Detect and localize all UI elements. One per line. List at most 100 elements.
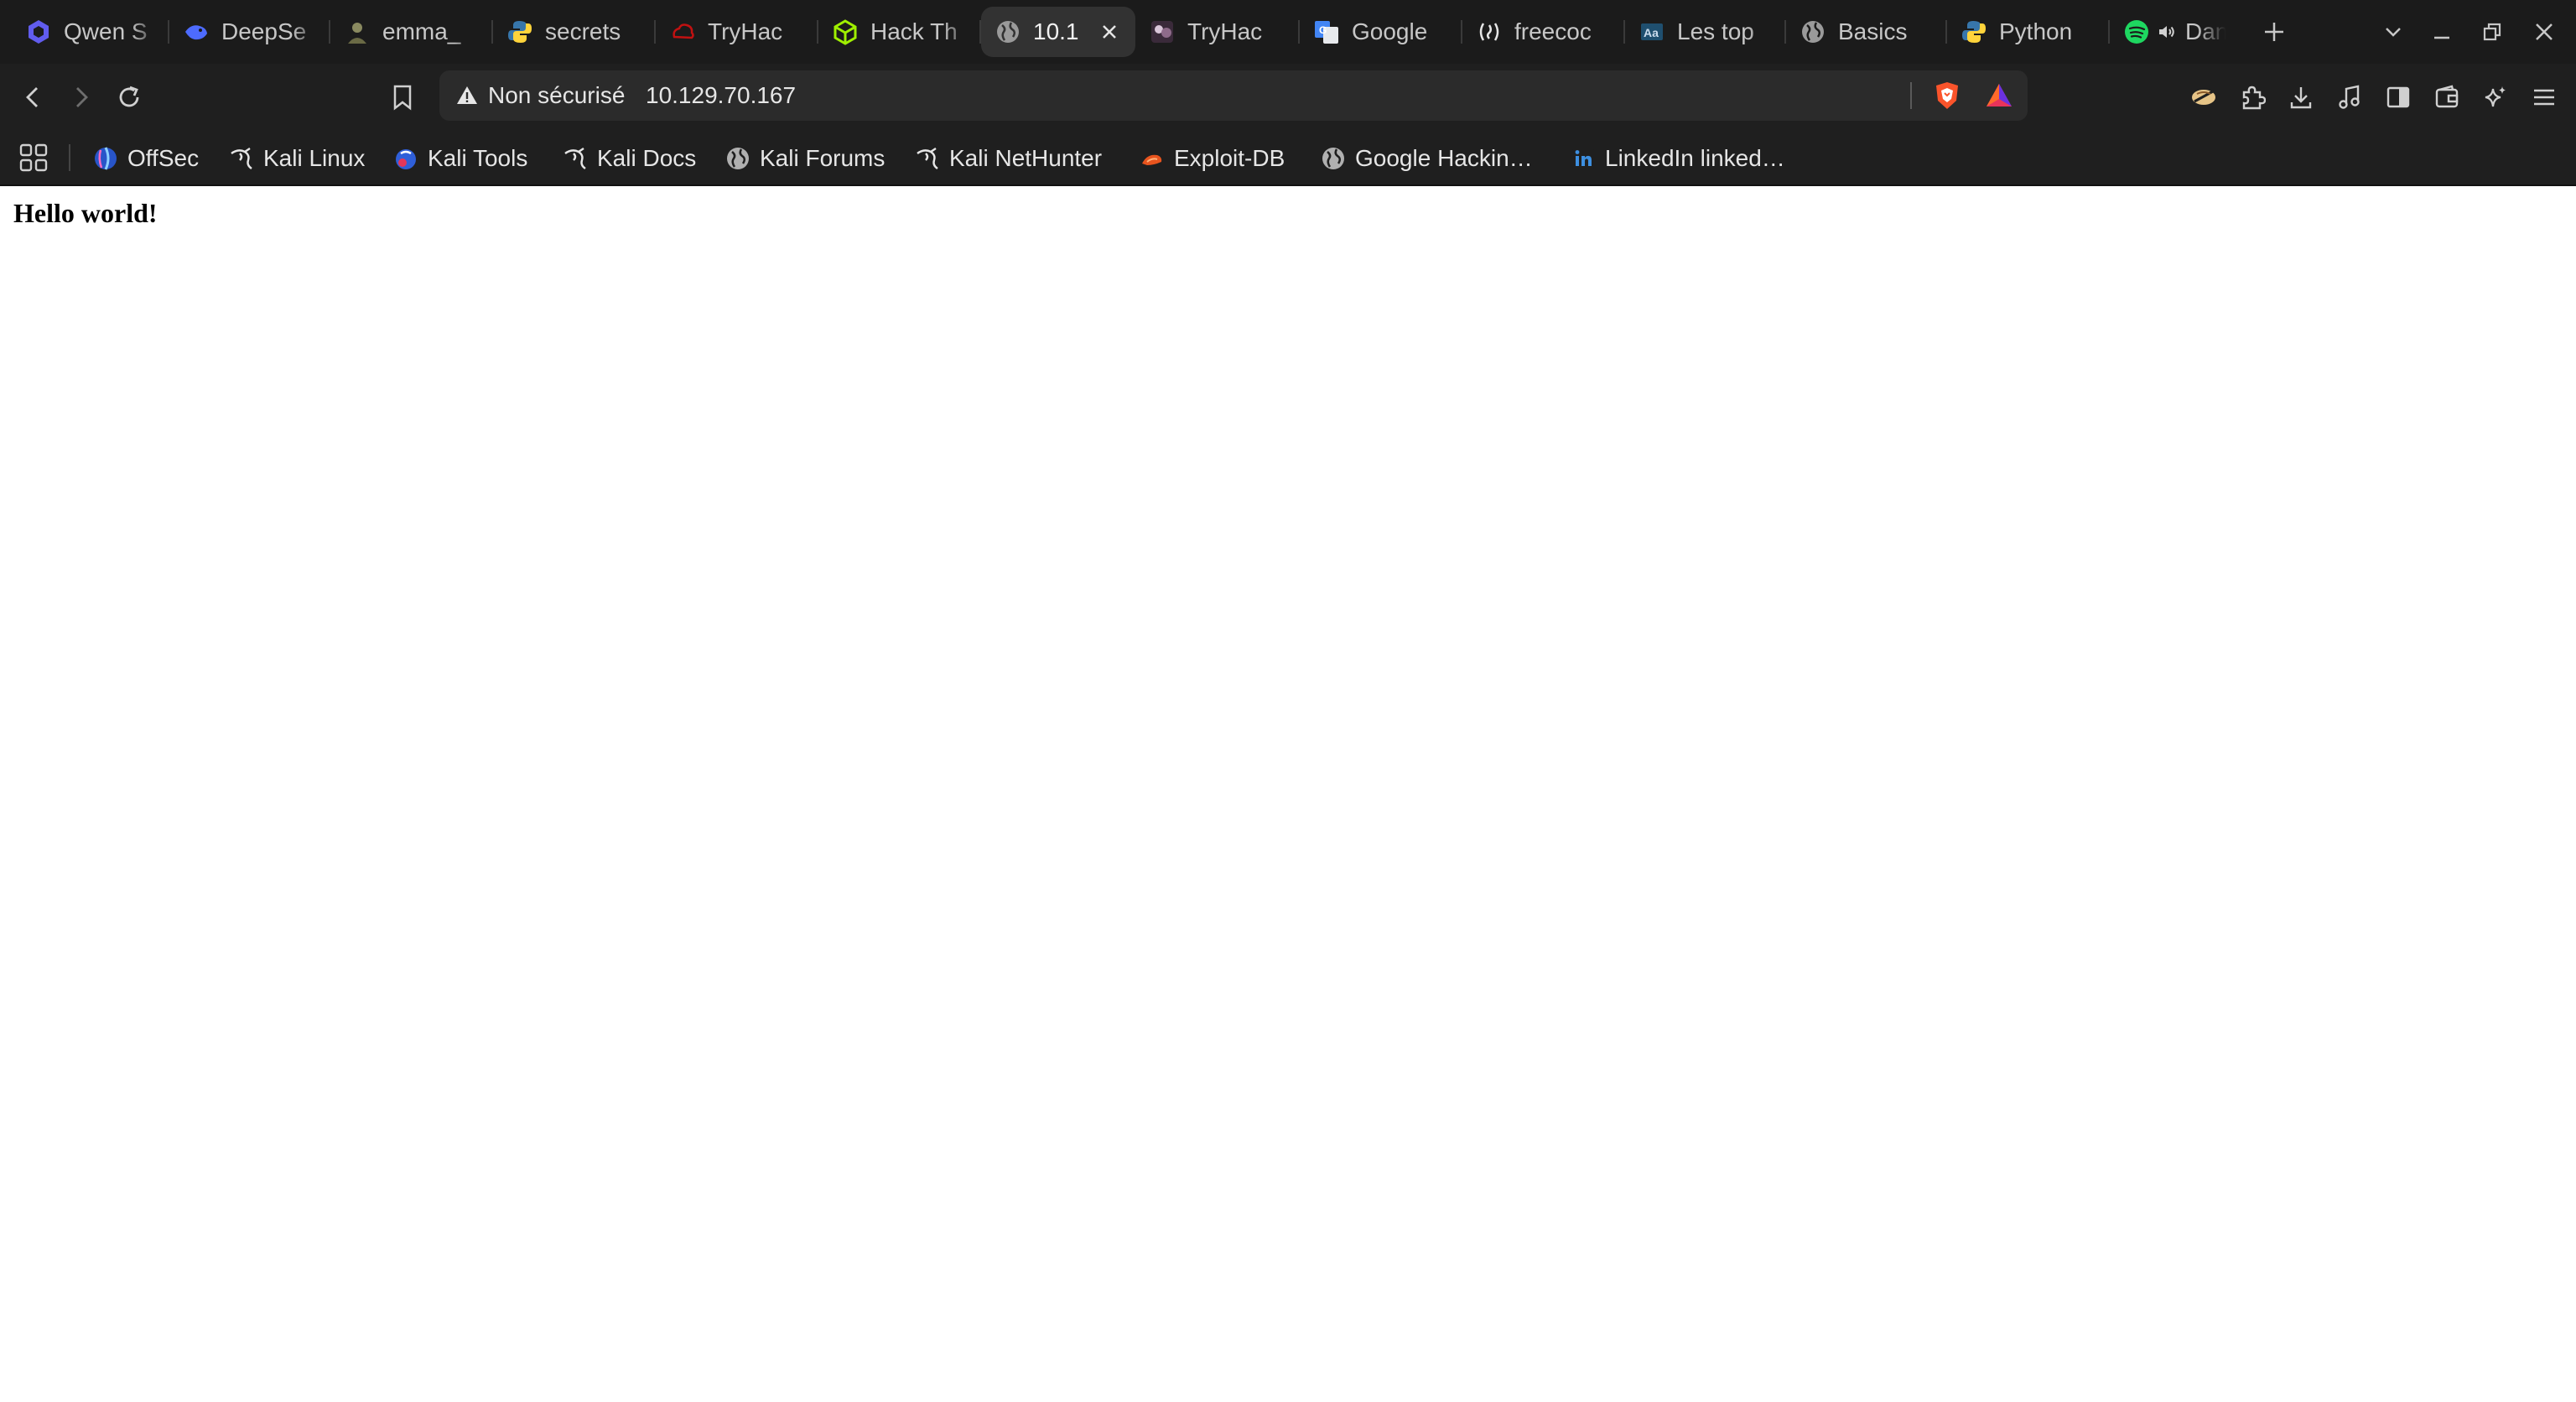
offsec-icon [92,145,119,172]
warning-icon [457,86,477,104]
tab-deepseek[interactable]: DeepSe [169,7,330,57]
leo-extension-button[interactable] [2184,77,2224,117]
tab-tryhackme[interactable]: TryHac [656,7,818,57]
bookmark-label: Kali Linux [263,145,366,171]
browser-chrome: Qwen S DeepSe emma_ secrets TryHac Hack … [0,0,2576,186]
tab-basics[interactable]: Basics [1786,7,1947,57]
media-playlist-button[interactable] [2329,77,2370,117]
deepseek-icon [183,18,210,45]
bookmark-exploit-db[interactable]: Exploit-DB [1139,131,1285,186]
python-icon [506,18,533,45]
sidebar-icon [2386,86,2410,108]
restore-button[interactable] [2475,15,2509,49]
tab-search-button[interactable] [2376,15,2410,49]
brave-shields-icon[interactable] [1932,80,1962,111]
bookmark-label: Exploit-DB [1174,145,1285,171]
bookmark-kali-linux[interactable]: Kali Linux [228,131,365,186]
bookmark-label: Kali Tools [428,145,528,171]
bookmark-icon [393,85,412,111]
leo-ai-button[interactable] [2475,77,2516,117]
kali-dragon-icon [914,145,941,172]
minimize-button[interactable] [2425,15,2459,49]
security-label: Non sécurisé [488,82,626,108]
arrow-left-icon [26,87,38,107]
close-tab-icon[interactable] [1095,18,1124,46]
linkedin-icon [1570,145,1597,172]
bookmark-page-button[interactable] [382,77,423,117]
tab-title: 10.1 [1033,18,1079,44]
hamburger-icon [2534,89,2554,106]
speaker-icon[interactable] [2157,21,2179,43]
page-viewport: Hello world! [0,186,2576,1402]
tab-google-translate[interactable]: G Google [1300,7,1462,57]
bookmark-linkedin[interactable]: LinkedIn linked… [1570,131,1785,186]
close-window-button[interactable] [2527,15,2561,49]
new-tab-button[interactable] [2257,15,2291,49]
tab-python[interactable]: Python [1947,7,2110,57]
globe-icon [995,18,1021,45]
tab-emma[interactable]: emma_ [330,7,493,57]
forward-button[interactable] [60,77,101,117]
freecodecamp-icon [1476,18,1503,45]
extension-badge-icon [2192,90,2215,105]
wallet-button[interactable] [2427,77,2467,117]
tab-strip: Qwen S DeepSe emma_ secrets TryHac Hack … [0,0,2576,64]
minimize-icon [2434,36,2449,39]
address-bar[interactable]: Non sécurisé 10.129.70.167 [439,70,2028,121]
downloads-button[interactable] [2281,77,2321,117]
bookmark-label: Kali Docs [597,145,697,171]
globe-icon [1320,145,1347,172]
bookmark-label: OffSec [127,145,200,171]
back-button[interactable] [13,77,54,117]
extensions-button[interactable] [2232,77,2272,117]
bookmark-google-hacking[interactable]: Google Hackin… [1320,131,1533,186]
kali-dragon-icon [228,145,255,172]
hackthebox-icon [832,18,859,45]
tab-spotify[interactable]: Dan [2110,7,2236,57]
reload-button[interactable] [109,77,149,117]
python-icon [1961,18,1987,45]
bookmark-kali-forums[interactable]: Kali Forums [724,131,885,186]
sparkle-icon [2485,86,2506,107]
omnibox-divider [1910,82,1912,109]
bookmark-kali-tools[interactable]: Kali Tools [392,131,527,186]
download-icon [2290,87,2312,109]
tab-secrets[interactable]: secrets [493,7,656,57]
bookmarks-bar: OffSec Kali Linux Kali Tools Kali Docs K [0,131,2576,186]
tab-tryhackme-2[interactable]: TryHac [1135,7,1300,57]
plus-icon [2265,23,2283,41]
exploit-db-icon [1139,145,1166,172]
bookmark-label: Google Hackin… [1355,145,1533,171]
bookmark-kali-nethunter[interactable]: Kali NetHunter [914,131,1102,186]
svg-text:G: G [1319,24,1327,36]
bookmark-offsec[interactable]: OffSec [92,131,199,186]
kali-dragon-icon [562,145,589,172]
tryhackme-avatar-icon [1149,18,1176,45]
tab-active-ip[interactable]: 10.1 [981,7,1135,57]
google-translate-icon: G [1313,18,1340,45]
page-heading: Hello world! [13,198,158,228]
tab-hackthebox[interactable]: Hack Th [818,7,981,57]
brave-rewards-icon[interactable] [1984,80,2014,111]
tab-list: Qwen S DeepSe emma_ secrets TryHac Hack … [12,7,2236,57]
sidebar-toggle-button[interactable] [2378,77,2418,117]
bookmark-label: LinkedIn linked… [1605,145,1785,171]
bookmark-label: Kali Forums [760,145,886,171]
main-menu-button[interactable] [2524,77,2564,117]
url-text[interactable]: 10.129.70.167 [646,70,796,121]
tab-qwen[interactable]: Qwen S [12,7,169,57]
chevron-down-icon [2386,28,2401,37]
tab-freecodecamp[interactable]: freecoc [1462,7,1625,57]
apps-grid-icon[interactable] [17,141,50,174]
tab-les-top[interactable]: Aa Les top [1625,7,1786,57]
bookmarks-divider [69,144,70,171]
music-note-icon [2339,85,2360,109]
restore-icon [2483,23,2501,41]
site-security-indicator[interactable]: Non sécurisé [456,70,625,121]
globe-icon [724,145,751,172]
globe-icon [1800,18,1826,45]
bookmark-kali-docs[interactable]: Kali Docs [562,131,696,186]
spotify-icon [2123,18,2150,45]
kali-tools-icon [392,145,419,172]
bookmark-label: Kali NetHunter [949,145,1103,171]
